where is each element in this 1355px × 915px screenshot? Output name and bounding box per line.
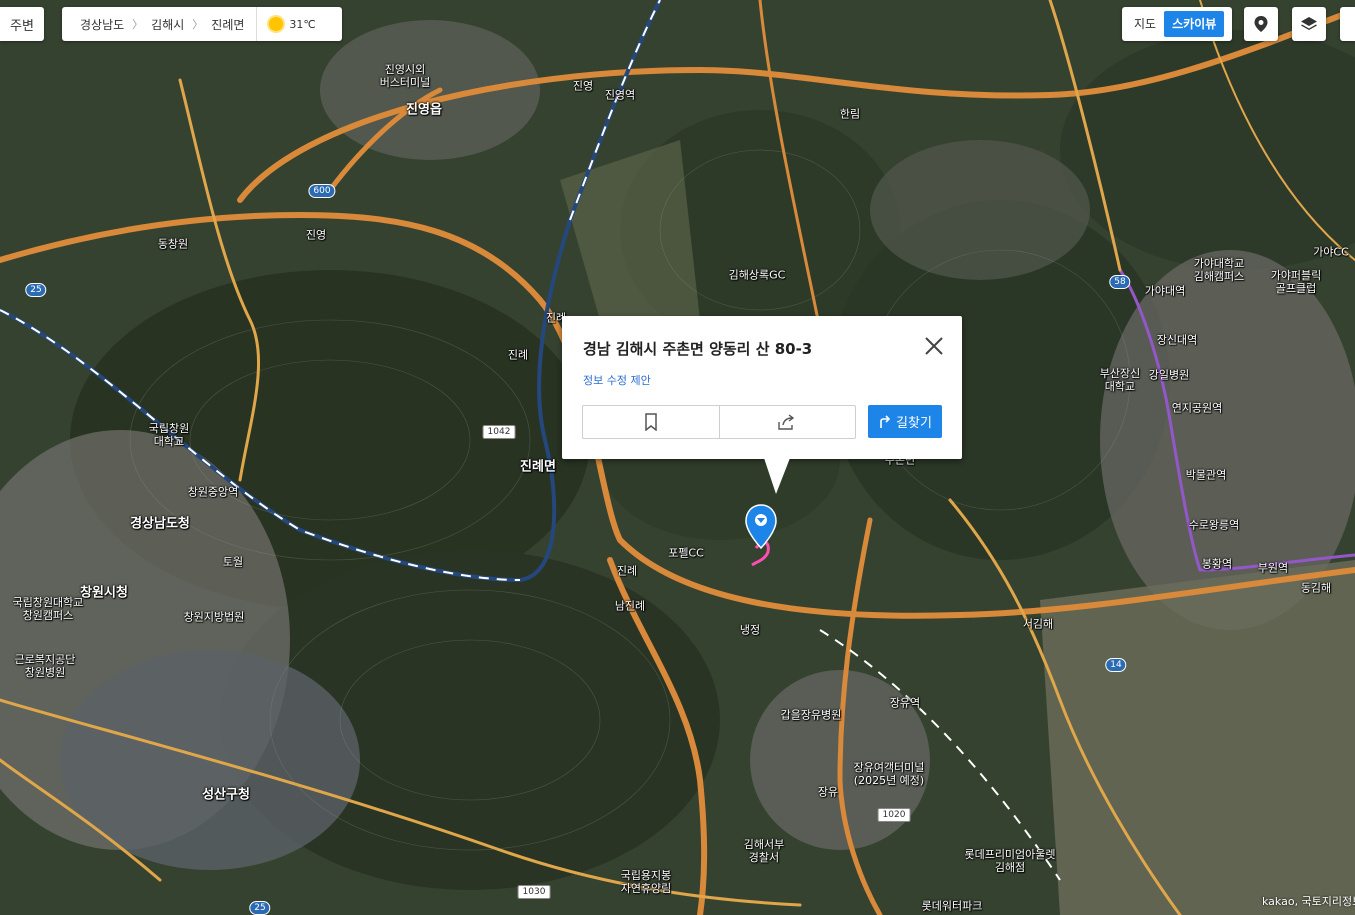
my-location-button[interactable] (1244, 7, 1278, 41)
layers-button[interactable] (1292, 7, 1326, 41)
region-breadcrumb: 경상남도 〉 김해시 〉 진례면 31℃ (62, 7, 342, 41)
map-label[interactable]: 진영 (573, 80, 593, 93)
breadcrumb-city[interactable]: 김해시 (143, 16, 192, 33)
map-label[interactable]: 동창원 (158, 238, 188, 251)
temperature-value: 31℃ (289, 17, 316, 31)
map-label[interactable]: 박물관역 (1186, 469, 1226, 482)
popup-actions (582, 405, 856, 439)
map-label[interactable]: 창원지방법원 (184, 611, 245, 624)
map-label[interactable]: 부원역 (1258, 562, 1288, 575)
road-number-shield: 1020 (877, 808, 911, 822)
surroundings-label: 주변 (10, 18, 34, 34)
road-number-shield: 14 (1105, 658, 1127, 672)
map-label[interactable]: 장유역 (890, 697, 920, 710)
map-label[interactable]: 부산장신 대학교 (1100, 367, 1140, 393)
road-number-shield: 1042 (482, 425, 516, 439)
breadcrumb-province[interactable]: 경상남도 (62, 16, 132, 33)
chevron-right-icon: 〉 (192, 18, 204, 31)
weather-widget[interactable]: 31℃ (256, 7, 316, 41)
edit-info-link[interactable]: 정보 수정 제안 (583, 372, 651, 388)
map-label[interactable]: 포펠CC (668, 547, 704, 560)
map-label[interactable]: 김해상록GC (729, 269, 786, 282)
popup-pointer (764, 458, 790, 494)
map-label[interactable]: 장유여객터미널 (2025년 예정) (854, 761, 925, 787)
map-label[interactable]: 경상남도청 (130, 518, 190, 531)
share-icon (778, 414, 795, 430)
place-address: 경남 김해시 주촌면 양동리 산 80-3 (583, 340, 813, 358)
map-label[interactable]: 서김해 (1023, 618, 1053, 631)
sun-icon (269, 17, 284, 31)
map-label[interactable]: 한림 (840, 108, 860, 121)
map-label[interactable]: 국립용지봉 자연휴양림 (621, 869, 672, 895)
map-label[interactable]: 가야퍼블릭 골프클럽 (1271, 269, 1322, 295)
directions-button[interactable]: 길찾기 (868, 405, 942, 438)
close-button[interactable] (922, 334, 946, 358)
map-label[interactable]: 진례 (617, 565, 637, 578)
map-label[interactable]: 진영시외 버스터미널 (380, 63, 431, 89)
road-number-shield: 25 (249, 901, 271, 915)
road-number-shield: 25 (25, 283, 47, 297)
map-type-toggle: 지도 스카이뷰 (1122, 7, 1232, 41)
layers-icon (1301, 17, 1317, 30)
place-info-popup: 경남 김해시 주촌면 양동리 산 80-3 정보 수정 제안 길찾기 (562, 316, 962, 459)
map-label[interactable]: 근로복지공단 창원병원 (15, 653, 76, 679)
map-label[interactable]: 냉정 (740, 624, 760, 637)
map-label[interactable]: 남진례 (615, 600, 645, 613)
share-button[interactable] (718, 406, 856, 438)
map-label[interactable]: 진영읍 (406, 104, 442, 117)
map-label[interactable]: 동김해 (1301, 582, 1331, 595)
map-attribution: kakao, 국토지리정보 (1262, 895, 1355, 908)
map-label[interactable]: 국립창원 대학교 (149, 422, 189, 448)
road-number-shield: 58 (1109, 275, 1131, 289)
map-label[interactable]: 가야대역 (1145, 285, 1185, 298)
map-label[interactable]: 수로왕릉역 (1189, 519, 1240, 532)
road-number-shield: 600 (308, 184, 336, 198)
chevron-right-icon: 〉 (132, 18, 144, 31)
map-label[interactable]: 국립창원대학교 창원캠퍼스 (13, 596, 84, 622)
map-label[interactable]: 장신대역 (1157, 334, 1197, 347)
close-icon (925, 337, 943, 355)
location-pin-icon (1254, 16, 1268, 32)
breadcrumb-district[interactable]: 진례면 (203, 16, 252, 33)
map-label[interactable]: 강일병원 (1149, 369, 1189, 382)
map-label[interactable]: 진례 (508, 349, 528, 362)
map-label[interactable]: 창원시청 (80, 587, 128, 600)
road-number-shield: 1030 (517, 885, 551, 899)
map-type-skyview[interactable]: 스카이뷰 (1164, 11, 1225, 37)
more-controls-button[interactable] (1340, 7, 1355, 41)
map-type-map[interactable]: 지도 (1126, 11, 1164, 37)
directions-label: 길찾기 (896, 416, 932, 431)
map-label[interactable]: 성산구청 (202, 789, 250, 802)
map-label[interactable]: 진례면 (520, 461, 556, 474)
save-button[interactable] (583, 406, 719, 438)
map-label[interactable]: 진영 (306, 229, 326, 242)
map-label[interactable]: 토월 (223, 556, 243, 569)
directions-icon (880, 414, 891, 428)
map-label[interactable]: 봉황역 (1202, 558, 1232, 571)
map-label[interactable]: 갑을장유병원 (781, 709, 842, 722)
map-label[interactable]: 연지공원역 (1172, 402, 1223, 415)
map-label[interactable]: 가야대학교 김해캠퍼스 (1194, 257, 1245, 283)
map-label[interactable]: 가야CC (1313, 246, 1349, 259)
map-label[interactable]: 김해서부 경찰서 (744, 838, 784, 864)
surroundings-button[interactable]: 주변 (0, 7, 44, 41)
map-label[interactable]: 창원중앙역 (188, 486, 239, 499)
map-label[interactable]: 롯데프리미엄아울렛 김해점 (964, 848, 1055, 874)
map-label[interactable]: 장유 (818, 786, 838, 799)
map-label[interactable]: 진영역 (605, 89, 635, 102)
map-label[interactable]: 롯데워터파크 (922, 900, 983, 913)
bookmark-icon (645, 413, 657, 431)
